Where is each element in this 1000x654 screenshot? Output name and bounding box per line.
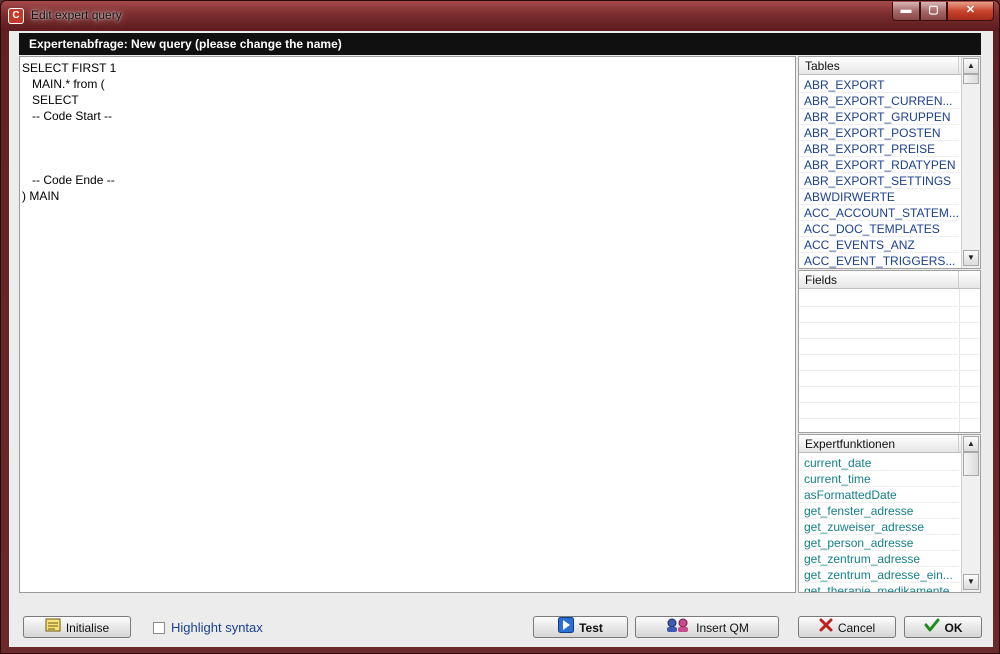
function-list-item[interactable]: get_person_adresse (799, 535, 959, 551)
sql-editor[interactable]: SELECT FIRST 1 MAIN.* from ( SELECT -- C… (19, 56, 796, 593)
function-list-item[interactable]: get_therapie_medikamente (799, 583, 959, 592)
functions-panel-header[interactable]: Expertfunktionen (799, 435, 959, 453)
play-icon (558, 617, 575, 639)
dialog-window: C Edit expert query ▬ ▢ ✕ Expertenabfrag… (0, 0, 1000, 654)
table-list-item[interactable]: ABR_EXPORT_SETTINGS (799, 173, 959, 189)
functions-scrollbar[interactable]: ▲ ▼ (961, 435, 980, 592)
scroll-up-icon[interactable]: ▲ (963, 58, 979, 74)
code-line: ) MAIN (22, 189, 60, 203)
table-list-item[interactable]: ACC_ACCOUNT_STATEM... (799, 205, 959, 221)
tables-panel: Tables ABR_EXPORT ABR_EXPORT_CURREN... ABR… (798, 56, 981, 269)
initialise-label: Initialise (65, 620, 110, 635)
highlight-syntax-checkbox[interactable] (153, 622, 165, 634)
fields-row (799, 371, 980, 387)
functions-panel: Expertfunktionen current_date current_tim… (798, 434, 981, 593)
fields-row (799, 355, 980, 371)
function-list-item[interactable]: get_zuweiser_adresse (799, 519, 959, 535)
close-button[interactable]: ✕ (947, 2, 994, 21)
fields-row (799, 387, 980, 403)
table-list-item[interactable]: ACC_EVENTS_ANZ (799, 237, 959, 253)
tables-scroll-thumb[interactable] (963, 74, 979, 84)
insert-qm-button[interactable]: Insert QM (635, 616, 779, 638)
function-list-item[interactable]: get_fenster_adresse (799, 503, 959, 519)
table-list-item[interactable]: ACC_EVENT_TRIGGERS... (799, 253, 959, 268)
scroll-up-icon[interactable]: ▲ (963, 436, 979, 452)
fields-row (799, 291, 980, 307)
ok-label: OK (944, 620, 963, 635)
scroll-down-icon[interactable]: ▼ (963, 250, 979, 266)
fields-panel-header[interactable]: Fields (799, 271, 959, 289)
query-title-bar: Expertenabfrage: New query (please chang… (19, 33, 981, 55)
scroll-down-icon[interactable]: ▼ (963, 574, 979, 590)
code-line: MAIN.* from ( (22, 77, 105, 91)
function-list-item[interactable]: get_zentrum_adresse_ein... (799, 567, 959, 583)
code-line: SELECT (22, 93, 79, 107)
table-list-item[interactable]: ABR_EXPORT_CURREN... (799, 93, 959, 109)
table-list-item[interactable]: ABR_EXPORT_PREISE (799, 141, 959, 157)
code-line: SELECT FIRST 1 (22, 61, 117, 75)
tables-panel-header[interactable]: Tables (799, 57, 959, 75)
cancel-button[interactable]: Cancel (798, 616, 896, 638)
initialise-button[interactable]: Initialise (23, 616, 131, 638)
cross-icon (819, 618, 833, 638)
highlight-syntax-label[interactable]: Highlight syntax (171, 620, 263, 636)
function-list-item[interactable]: asFormattedDate (799, 487, 959, 503)
maximize-button[interactable]: ▢ (920, 2, 947, 21)
fields-panel: Fields (798, 270, 981, 433)
cancel-label: Cancel (837, 620, 876, 635)
test-label: Test (579, 621, 603, 635)
fields-row (799, 339, 980, 355)
table-list-item[interactable]: ABWDIRWERTE (799, 189, 959, 205)
functions-list: current_date current_time asFormattedDate g… (799, 455, 959, 592)
fields-row (799, 403, 980, 419)
tables-list: ABR_EXPORT ABR_EXPORT_CURREN... ABR_EXPORT… (799, 77, 959, 268)
function-list-item[interactable]: get_zentrum_adresse (799, 551, 959, 567)
tables-scrollbar[interactable]: ▲ ▼ (961, 57, 980, 268)
functions-scroll-thumb[interactable] (963, 452, 979, 476)
insert-qm-label: Insert QM (696, 621, 749, 635)
table-list-item[interactable]: ABR_EXPORT (799, 77, 959, 93)
table-list-item[interactable]: ACC_DOC_TEMPLATES (799, 221, 959, 237)
window-title: Edit expert query (31, 8, 122, 22)
fields-panel-header-fill (959, 271, 980, 289)
ok-button[interactable]: OK (904, 616, 982, 638)
fields-list (799, 291, 980, 431)
code-line: -- Code Ende -- (22, 173, 115, 187)
notepad-icon (45, 618, 61, 638)
fields-row (799, 307, 980, 323)
table-list-item[interactable]: ABR_EXPORT_RDATYPEN (799, 157, 959, 173)
checkmark-icon (924, 618, 940, 638)
users-icon (665, 617, 691, 639)
table-list-item[interactable]: ABR_EXPORT_POSTEN (799, 125, 959, 141)
function-list-item[interactable]: current_date (799, 455, 959, 471)
test-button[interactable]: Test (533, 616, 628, 638)
dialog-client-area: Expertenabfrage: New query (please chang… (9, 31, 993, 647)
minimize-button[interactable]: ▬ (892, 2, 920, 21)
table-list-item[interactable]: ABR_EXPORT_GRUPPEN (799, 109, 959, 125)
fields-row (799, 323, 980, 339)
title-bar[interactable]: C Edit expert query ▬ ▢ ✕ (1, 1, 999, 31)
function-list-item[interactable]: current_time (799, 471, 959, 487)
code-line: -- Code Start -- (22, 109, 113, 123)
app-icon: C (8, 8, 24, 24)
